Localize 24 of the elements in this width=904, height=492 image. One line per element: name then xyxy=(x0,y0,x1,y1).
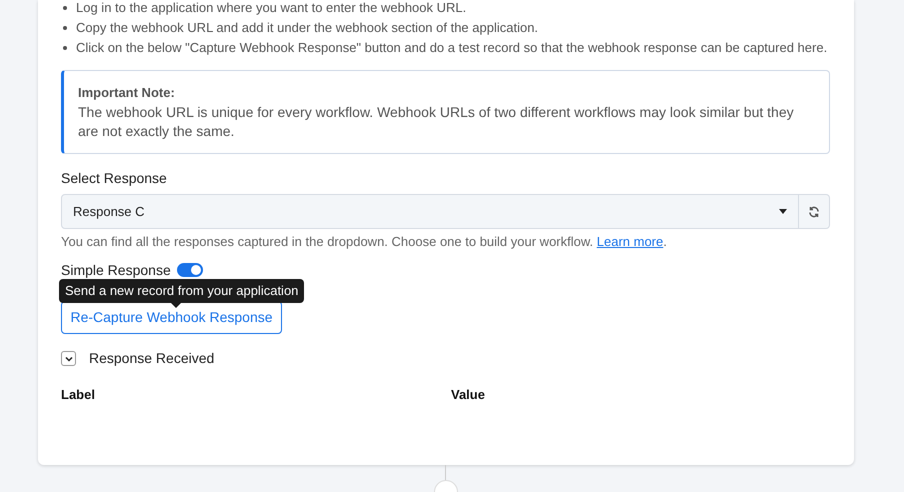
tooltip-arrow-icon xyxy=(171,303,181,308)
learn-more-link[interactable]: Learn more xyxy=(596,234,664,249)
bullet-icon xyxy=(63,6,67,10)
caret-icon xyxy=(779,209,787,214)
bullet-icon xyxy=(63,46,67,50)
field-label: Select Response xyxy=(61,169,168,188)
response-dropdown[interactable]: Response C xyxy=(61,194,799,229)
column-header: Label xyxy=(61,386,96,404)
chevron-down-icon xyxy=(64,354,72,362)
column-header: Value xyxy=(451,386,486,404)
toggle-switch[interactable] xyxy=(176,263,203,277)
instruction-text: Copy the webhook URL and add it under the webhook section of the application. xyxy=(76,19,538,37)
instruction-text: Click on the below "Capture Webhook Response" button and do a test record so that the webhook response can be captured here. xyxy=(76,39,828,57)
instruction-text: Log in to the application where you want to enter the webhook URL. xyxy=(76,0,466,17)
recapture-button[interactable]: Re-Capture Webhook Response xyxy=(61,301,282,334)
note-text: The webhook URL is unique for every workflow. Webhook URLs of two different workflows may look similar but they are not exactly the same. xyxy=(78,103,795,141)
help-text: You can find all the responses captured in the dropdown. Choose one to build your workflow. Learn more. xyxy=(61,233,668,251)
simple-response-label: Simple Response xyxy=(61,260,171,280)
note-title: Important Note: xyxy=(78,84,176,102)
bullet-icon xyxy=(63,26,67,30)
refresh-icon xyxy=(808,206,820,218)
refresh-button[interactable] xyxy=(799,194,830,229)
expand-toggle[interactable] xyxy=(61,351,76,366)
section-title: Response Received xyxy=(89,349,214,368)
